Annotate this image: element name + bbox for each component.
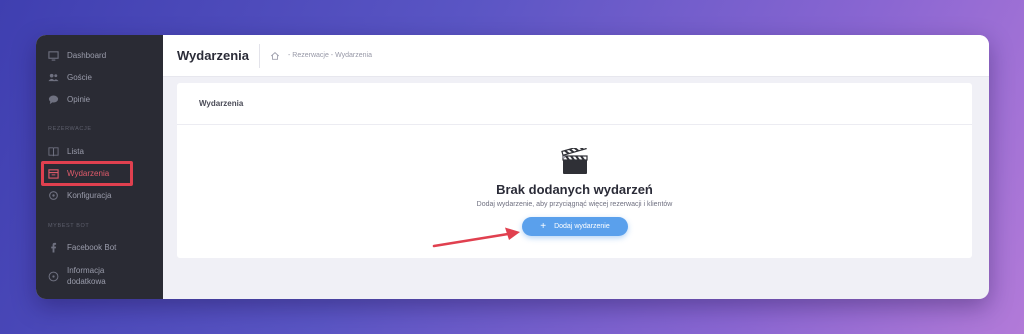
sidebar-item-list[interactable]: Lista: [48, 142, 84, 160]
plus-icon: +: [540, 220, 547, 232]
highlight-box: [41, 161, 133, 186]
sidebar-item-dashboard[interactable]: Dashboard: [48, 46, 106, 64]
monitor-icon: [48, 50, 59, 61]
facebook-icon: [48, 242, 59, 253]
app-window: Dashboard Goście Opinie REZERWACJE Lista: [36, 35, 989, 299]
sidebar-item-label: Informacja: [67, 266, 105, 275]
sidebar-item-facebook-bot[interactable]: Facebook Bot: [48, 238, 116, 256]
page-title: Wydarzenia: [177, 48, 250, 63]
add-event-button-label: Dodaj wydarzenie: [554, 223, 610, 230]
empty-state-subtitle: Dodaj wydarzenie, aby przyciągnąć więcej…: [476, 201, 673, 208]
sidebar-item-configuration[interactable]: Konfiguracja: [48, 186, 111, 204]
clapperboard-icon: [561, 148, 588, 174]
page-header: Wydarzenia - Rezerwacje - Wydarzenia: [163, 35, 989, 77]
card-title: Wydarzenia: [177, 83, 972, 125]
comment-icon: [48, 94, 59, 105]
info-icon: [48, 271, 59, 282]
book-icon: [48, 146, 59, 157]
sidebar-item-label: Facebook Bot: [67, 242, 117, 252]
section-label-bot: MYBEST BOT: [48, 223, 90, 229]
home-icon[interactable]: [270, 51, 280, 61]
add-event-button[interactable]: + Dodaj wydarzenie: [522, 217, 628, 236]
pointer-arrow-icon: [432, 227, 520, 248]
sidebar: Dashboard Goście Opinie REZERWACJE Lista: [36, 35, 163, 299]
breadcrumb[interactable]: - Rezerwacje - Wydarzenia: [288, 52, 372, 59]
empty-state-title: Brak dodanych wydarzeń: [496, 182, 653, 197]
sidebar-item-reviews[interactable]: Opinie: [48, 90, 90, 108]
sidebar-item-guests[interactable]: Goście: [48, 68, 92, 86]
sidebar-item-label: Konfiguracja: [67, 190, 112, 200]
sidebar-item-additional-info[interactable]: Informacja dodatkowa: [48, 262, 106, 290]
main-content: Wydarzenia - Rezerwacje - Wydarzenia Wyd…: [163, 35, 989, 299]
sidebar-item-label-group: Informacja dodatkowa: [67, 265, 106, 287]
users-icon: [48, 72, 59, 83]
sidebar-item-label-line2: dodatkowa: [67, 277, 106, 286]
header-divider: [259, 43, 261, 68]
sidebar-item-label: Lista: [67, 146, 84, 156]
events-card: Wydarzenia Brak dodanych wydarzeń Dodaj …: [177, 83, 972, 258]
gear-icon: [48, 190, 59, 201]
sidebar-item-label: Dashboard: [67, 50, 107, 60]
sidebar-item-label: Opinie: [67, 94, 91, 104]
sidebar-item-label: Goście: [67, 72, 92, 82]
section-label-reservations: REZERWACJE: [48, 126, 92, 132]
